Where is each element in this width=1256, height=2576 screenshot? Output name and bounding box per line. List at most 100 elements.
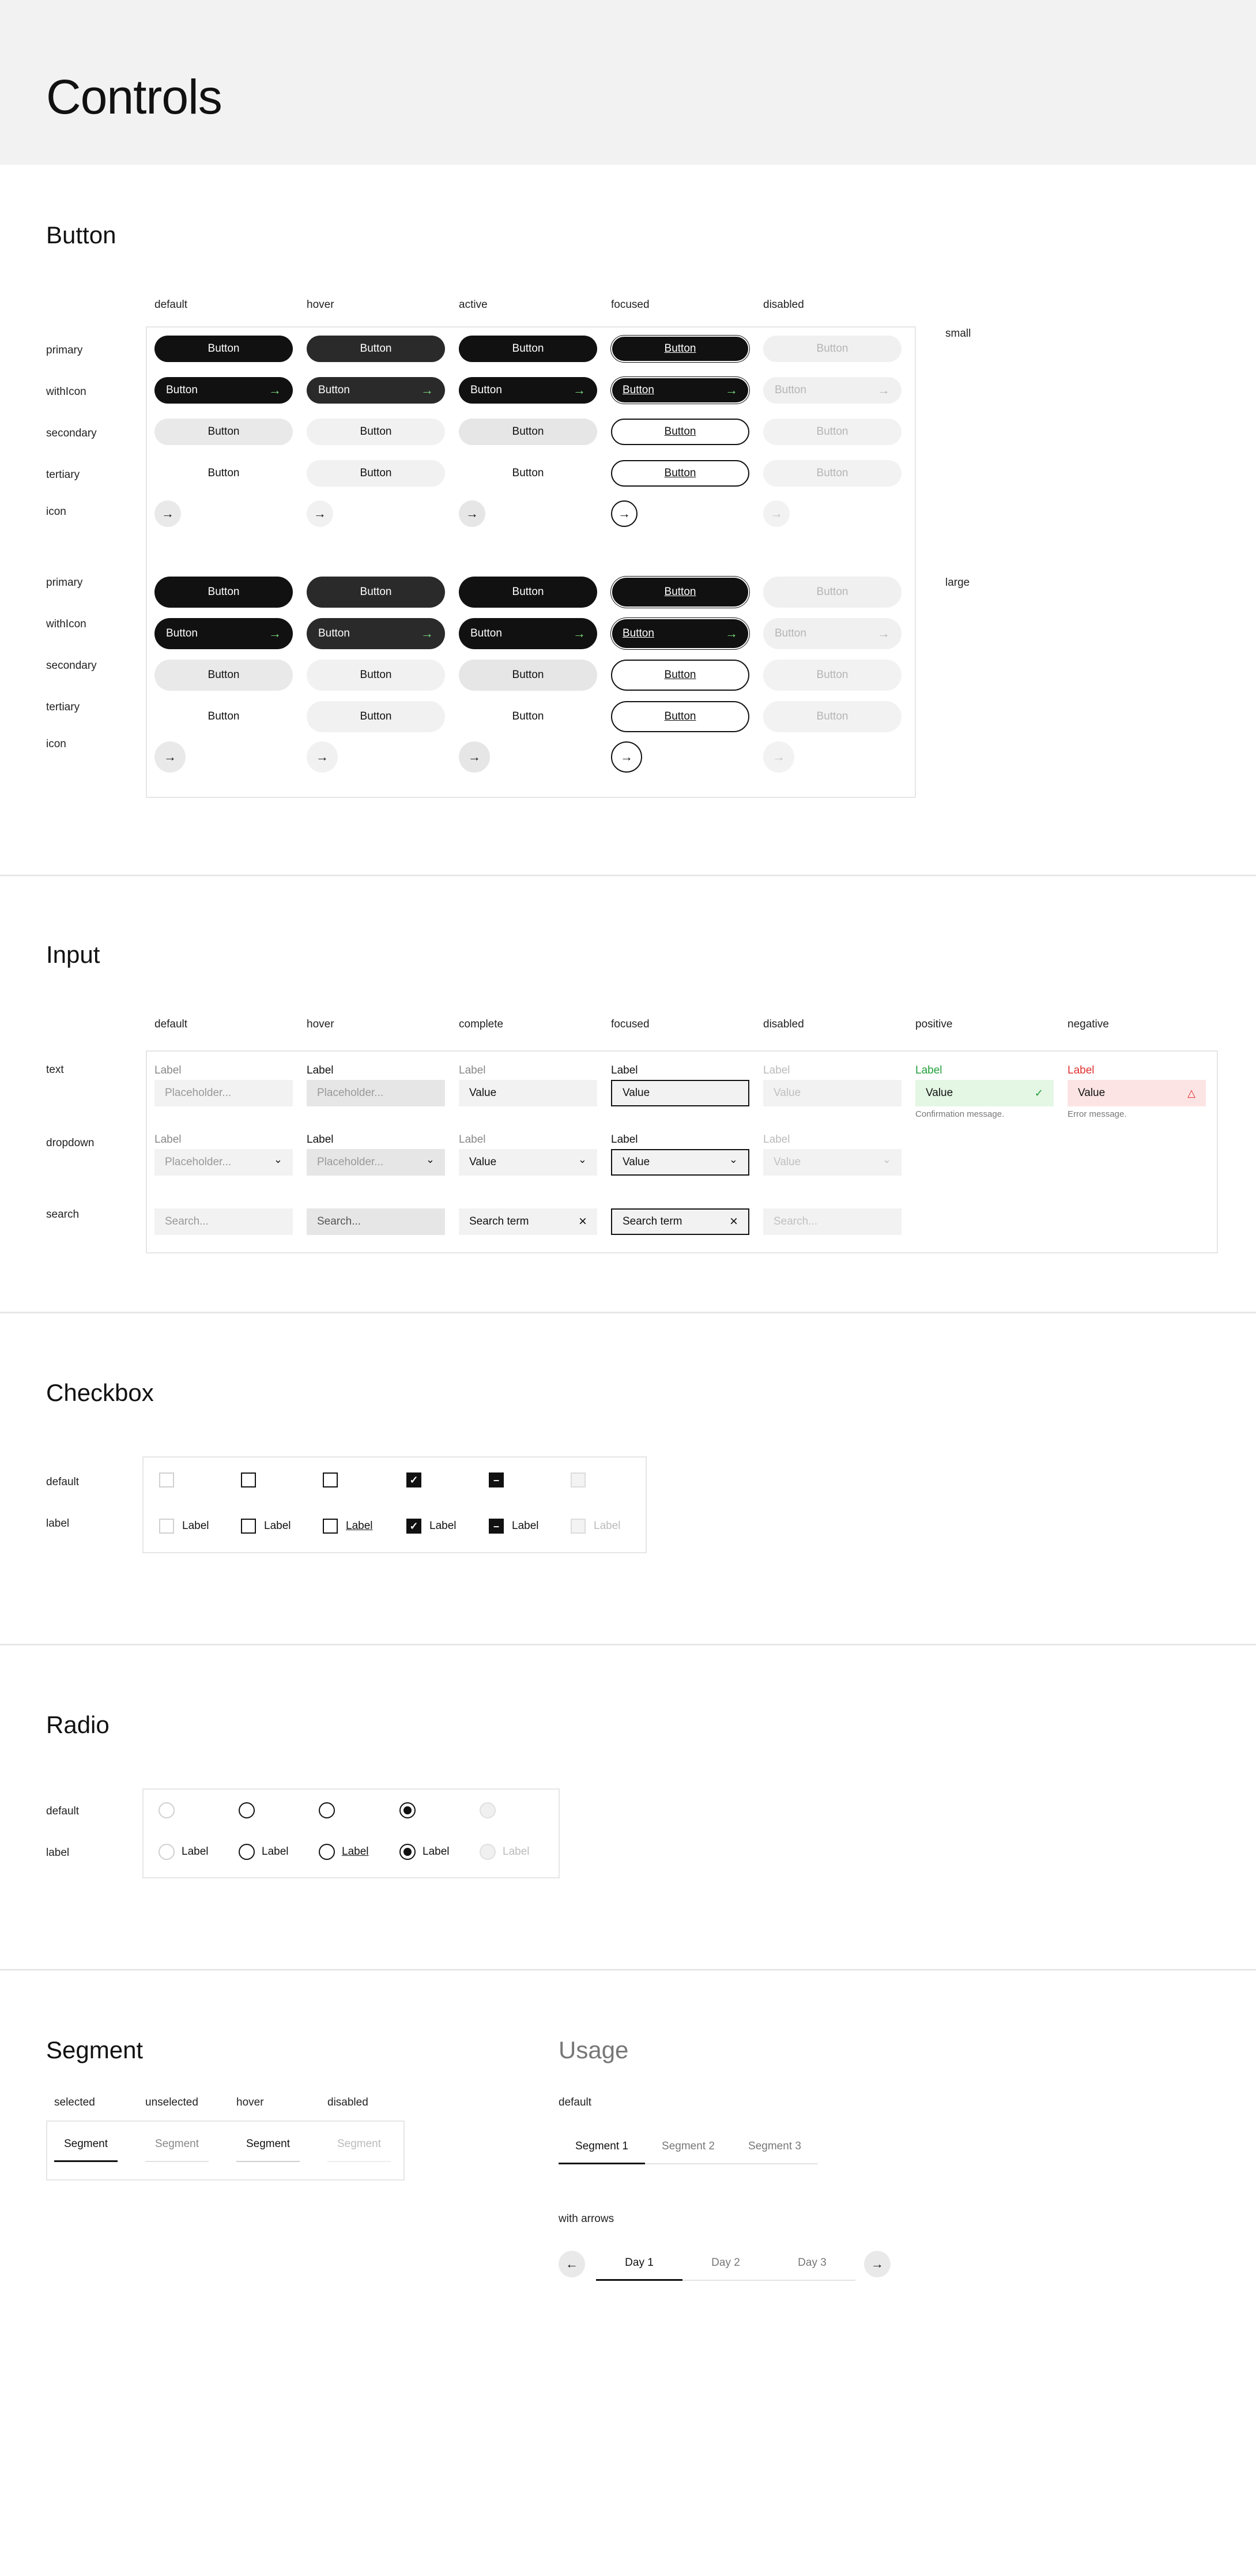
icon-button-small-default[interactable]: →	[154, 500, 181, 527]
secondary-button-large-active[interactable]: Button	[459, 660, 597, 691]
icon-button-large-hover[interactable]: →	[307, 741, 338, 773]
tertiary-button-small-focused[interactable]: Button	[611, 460, 749, 487]
icon-button-small-disabled[interactable]: →	[763, 500, 790, 527]
text-input-complete[interactable]: Value	[459, 1080, 597, 1106]
icon-button-large-focused[interactable]: →	[611, 741, 642, 773]
radio-labeled-selected[interactable]	[399, 1844, 416, 1860]
checkbox-labeled-disabled[interactable]	[571, 1519, 586, 1534]
secondary-button-large-default[interactable]: Button	[154, 660, 293, 691]
checkbox-labeled-checked[interactable]: ✓	[406, 1519, 421, 1534]
search-input-focused[interactable]: Search term ×	[611, 1208, 749, 1235]
primary-button-large-disabled[interactable]: Button	[763, 577, 902, 608]
tertiary-button-large-hover[interactable]: Button	[307, 701, 445, 732]
secondary-button-small-default[interactable]: Button	[154, 419, 293, 445]
tertiary-button-large-active[interactable]: Button	[459, 701, 597, 732]
dropdown-complete[interactable]: Value ⌄	[459, 1149, 597, 1176]
search-input-default[interactable]: Search...	[154, 1208, 293, 1235]
secondary-button-large-focused[interactable]: Button	[611, 660, 749, 691]
primary-button-small-hover[interactable]: Button	[307, 336, 445, 362]
checkbox-indeterminate[interactable]: –	[489, 1472, 504, 1487]
with-icon-button-large-active[interactable]: Button →	[459, 618, 597, 649]
search-input-hover[interactable]: Search...	[307, 1208, 445, 1235]
checkbox-disabled[interactable]	[571, 1472, 586, 1487]
primary-button-small-default[interactable]: Button	[154, 336, 293, 362]
checkbox-label[interactable]: Label	[264, 1520, 291, 1532]
radio-label[interactable]: Label	[182, 1846, 209, 1858]
radio-disabled[interactable]	[480, 1802, 496, 1818]
with-icon-button-small-focused[interactable]: Button →	[611, 377, 749, 404]
with-icon-button-small-disabled[interactable]: Button →	[763, 377, 902, 404]
segment-disabled[interactable]: Segment	[327, 2138, 391, 2162]
usage-day-segment-2[interactable]: Day 2	[682, 2257, 769, 2281]
with-icon-button-small-hover[interactable]: Button →	[307, 377, 445, 404]
next-arrow-button[interactable]: →	[864, 2251, 891, 2277]
checkbox-default[interactable]	[159, 1472, 174, 1487]
icon-button-small-focused[interactable]: →	[611, 500, 638, 527]
radio-label[interactable]: Label	[262, 1846, 289, 1858]
secondary-button-small-disabled[interactable]: Button	[763, 419, 902, 445]
dropdown-disabled[interactable]: Value ⌄	[763, 1149, 902, 1176]
tertiary-button-small-hover[interactable]: Button	[307, 460, 445, 487]
text-input-focused[interactable]: Value	[611, 1080, 749, 1106]
radio-label[interactable]: Label	[423, 1846, 450, 1858]
text-input-hover[interactable]: Placeholder...	[307, 1080, 445, 1106]
icon-button-large-default[interactable]: →	[154, 741, 186, 773]
segment-selected[interactable]: Segment	[54, 2138, 118, 2162]
checkbox-hover[interactable]	[241, 1472, 256, 1487]
usage-day-segment-3[interactable]: Day 3	[769, 2257, 855, 2281]
tertiary-button-small-disabled[interactable]: Button	[763, 460, 902, 487]
radio-focused[interactable]	[319, 1802, 335, 1818]
segment-hover[interactable]: Segment	[236, 2138, 300, 2162]
with-icon-button-large-focused[interactable]: Button →	[611, 618, 749, 649]
dropdown-hover[interactable]: Placeholder... ⌄	[307, 1149, 445, 1176]
with-icon-button-small-active[interactable]: Button →	[459, 377, 597, 404]
primary-button-small-focused[interactable]: Button	[611, 336, 749, 362]
previous-arrow-button[interactable]: ←	[559, 2251, 585, 2277]
checkbox-labeled-default[interactable]	[159, 1519, 174, 1534]
usage-segment-3[interactable]: Segment 3	[731, 2140, 818, 2164]
icon-button-small-active[interactable]: →	[459, 500, 485, 527]
checkbox-labeled-indeterminate[interactable]: –	[489, 1519, 504, 1534]
search-input-disabled[interactable]: Search...	[763, 1208, 902, 1235]
text-input-default[interactable]: Placeholder...	[154, 1080, 293, 1106]
segment-unselected[interactable]: Segment	[145, 2138, 209, 2162]
search-input-complete[interactable]: Search term ×	[459, 1208, 597, 1235]
radio-labeled-focused[interactable]	[319, 1844, 335, 1860]
tertiary-button-small-default[interactable]: Button	[154, 460, 293, 487]
tertiary-button-large-disabled[interactable]: Button	[763, 701, 902, 732]
text-input-disabled[interactable]: Value	[763, 1080, 902, 1106]
tertiary-button-large-focused[interactable]: Button	[611, 701, 749, 732]
with-icon-button-small-default[interactable]: Button →	[154, 377, 293, 404]
secondary-button-small-hover[interactable]: Button	[307, 419, 445, 445]
secondary-button-large-disabled[interactable]: Button	[763, 660, 902, 691]
primary-button-large-hover[interactable]: Button	[307, 577, 445, 608]
text-input-negative[interactable]: Value △	[1068, 1080, 1206, 1106]
radio-label[interactable]: Label	[503, 1846, 530, 1858]
checkbox-label[interactable]: Label	[512, 1520, 539, 1532]
usage-segment-2[interactable]: Segment 2	[645, 2140, 731, 2164]
checkbox-labeled-focused[interactable]	[323, 1519, 338, 1534]
usage-segment-1[interactable]: Segment 1	[559, 2140, 645, 2164]
close-icon[interactable]: ×	[730, 1215, 738, 1229]
checkbox-checked[interactable]: ✓	[406, 1472, 421, 1487]
icon-button-small-hover[interactable]: →	[307, 500, 333, 527]
checkbox-label[interactable]: Label	[182, 1520, 209, 1532]
dropdown-focused[interactable]: Value ⌄	[611, 1149, 749, 1176]
dropdown-default[interactable]: Placeholder... ⌄	[154, 1149, 293, 1176]
primary-button-small-disabled[interactable]: Button	[763, 336, 902, 362]
radio-labeled-hover[interactable]	[239, 1844, 255, 1860]
checkbox-label[interactable]: Label	[594, 1520, 621, 1532]
primary-button-small-active[interactable]: Button	[459, 336, 597, 362]
radio-hover[interactable]	[239, 1802, 255, 1818]
secondary-button-small-focused[interactable]: Button	[611, 419, 749, 445]
radio-labeled-default[interactable]	[159, 1844, 175, 1860]
radio-label[interactable]: Label	[342, 1846, 369, 1858]
primary-button-large-default[interactable]: Button	[154, 577, 293, 608]
with-icon-button-large-disabled[interactable]: Button →	[763, 618, 902, 649]
with-icon-button-large-hover[interactable]: Button →	[307, 618, 445, 649]
primary-button-large-focused[interactable]: Button	[611, 577, 749, 608]
checkbox-focused[interactable]	[323, 1472, 338, 1487]
radio-default[interactable]	[159, 1802, 175, 1818]
close-icon[interactable]: ×	[579, 1215, 587, 1229]
secondary-button-small-active[interactable]: Button	[459, 419, 597, 445]
